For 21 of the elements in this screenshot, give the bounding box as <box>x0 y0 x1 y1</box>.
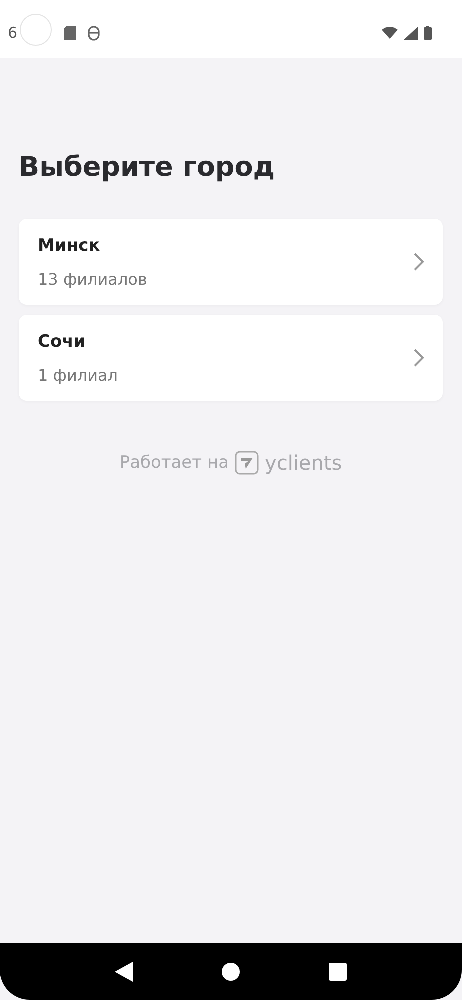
brand-name: yclients <box>264 451 342 475</box>
wifi-icon <box>382 27 398 39</box>
status-time: 6 <box>8 24 18 42</box>
camera-cutout <box>20 14 52 46</box>
back-icon[interactable] <box>114 962 133 982</box>
battery-icon <box>424 26 432 40</box>
logo-icon <box>234 451 259 475</box>
city-card[interactable]: Минск 13 филиалов <box>19 219 443 305</box>
chevron-right-icon <box>414 349 424 367</box>
chevron-right-icon <box>414 253 424 271</box>
branch-count: 1 филиал <box>38 366 119 384</box>
city-name: Сочи <box>38 332 87 352</box>
recents-icon[interactable] <box>329 962 348 980</box>
city-card[interactable]: Сочи 1 филиал <box>19 315 443 401</box>
powered-by-text: Работает на <box>120 453 229 473</box>
city-name: Минск <box>38 236 102 256</box>
branch-count: 13 филиалов <box>38 270 148 288</box>
sd-card-icon <box>64 26 76 40</box>
signal-icon <box>404 26 418 40</box>
page-title: Выберите город <box>19 152 276 183</box>
home-icon[interactable] <box>222 962 240 980</box>
